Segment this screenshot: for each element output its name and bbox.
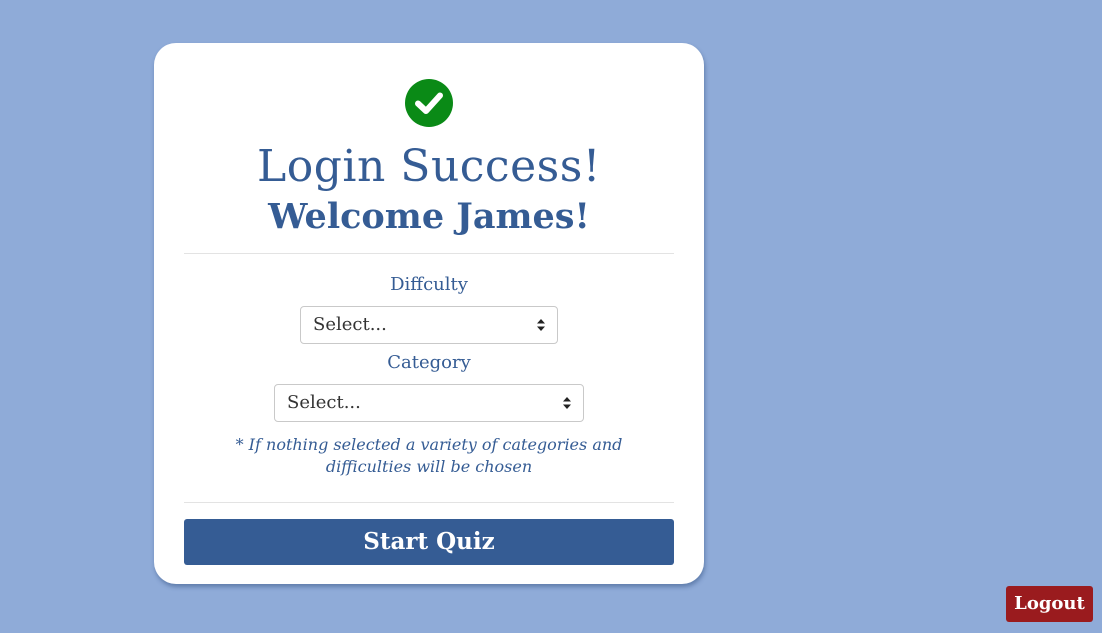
sort-arrows-icon xyxy=(563,397,571,409)
start-quiz-button[interactable]: Start Quiz xyxy=(184,519,674,565)
divider xyxy=(184,502,674,503)
difficulty-select[interactable]: Select... xyxy=(300,306,558,344)
check-circle-icon xyxy=(405,79,453,127)
welcome-message: Welcome James! xyxy=(268,196,590,237)
divider xyxy=(184,253,674,254)
category-select[interactable]: Select... xyxy=(274,384,584,422)
difficulty-label: Diffculty xyxy=(390,274,468,295)
difficulty-select-value: Select... xyxy=(313,314,387,335)
category-label: Category xyxy=(387,352,471,373)
page-title: Login Success! xyxy=(257,141,601,192)
category-select-value: Select... xyxy=(287,392,361,413)
selection-note: * If nothing selected a variety of categ… xyxy=(235,435,623,476)
sort-arrows-icon xyxy=(537,319,545,331)
logout-button[interactable]: Logout xyxy=(1006,586,1093,622)
login-success-card: Login Success! Welcome James! Diffculty … xyxy=(154,43,704,584)
